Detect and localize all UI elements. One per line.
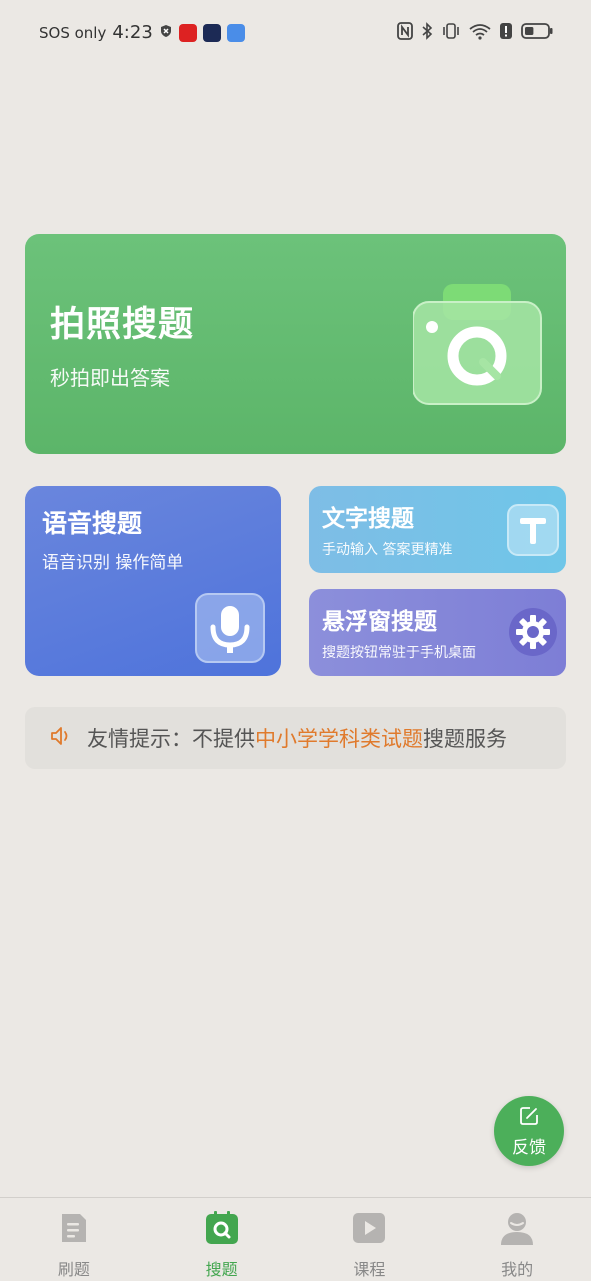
text-t-icon — [507, 504, 559, 560]
text-search-title: 文字搜题 — [322, 506, 414, 532]
tab-label: 刷题 — [57, 1260, 90, 1279]
search-icon — [204, 1210, 240, 1250]
float-window-search-card[interactable]: 悬浮窗搜题 搜题按钮常驻于手机桌面 — [309, 589, 566, 676]
text-search-card[interactable]: 文字搜题 手动输入 答案更精准 — [309, 486, 566, 573]
text-search-subtitle: 手动输入 答案更精准 — [322, 542, 453, 558]
clock: 4:23 — [112, 22, 153, 43]
tab-profile[interactable]: 我的 — [443, 1198, 591, 1281]
notice-text: 友情提示：不提供中小学学科类试题搜题服务 — [87, 723, 507, 753]
user-icon — [499, 1210, 535, 1250]
voice-search-card[interactable]: 语音搜题 语音识别 操作简单 — [25, 486, 281, 676]
notice-suffix: 搜题服务 — [423, 727, 507, 751]
play-icon — [351, 1210, 387, 1250]
voice-search-title: 语音搜题 — [42, 509, 143, 538]
microphone-icon — [195, 593, 265, 667]
feedback-label: 反馈 — [512, 1137, 546, 1158]
wifi-icon — [469, 22, 491, 40]
app-notification-icon — [178, 23, 197, 42]
shield-status-icon — [159, 24, 173, 42]
edit-icon — [518, 1105, 540, 1131]
app-notification-icon — [226, 23, 245, 42]
notice-banner: 友情提示：不提供中小学学科类试题搜题服务 — [25, 707, 566, 769]
tab-practice[interactable]: 刷题 — [0, 1198, 148, 1281]
tab-courses[interactable]: 课程 — [296, 1198, 444, 1281]
gear-icon — [508, 607, 558, 661]
notice-prefix: 友情提示：不提供 — [87, 727, 255, 751]
photo-search-title: 拍照搜题 — [50, 305, 195, 345]
vibrate-icon — [441, 22, 461, 40]
nfc-icon — [397, 22, 413, 40]
notice-highlight: 中小学学科类试题 — [255, 727, 423, 751]
status-bar: SOS only 4:23 — [0, 0, 591, 66]
bluetooth-icon — [421, 22, 433, 40]
float-search-subtitle: 搜题按钮常驻于手机桌面 — [322, 645, 476, 661]
camera-search-icon — [412, 282, 543, 411]
tab-search[interactable]: 搜题 — [148, 1198, 296, 1281]
speaker-icon — [49, 724, 73, 752]
alert-icon — [499, 22, 513, 40]
app-notification-icon — [202, 23, 221, 42]
carrier-text: SOS only — [39, 23, 107, 42]
tab-label: 课程 — [353, 1260, 386, 1279]
tab-label: 我的 — [501, 1260, 534, 1279]
tab-label: 搜题 — [205, 1260, 238, 1279]
photo-search-subtitle: 秒拍即出答案 — [50, 366, 170, 390]
voice-search-subtitle: 语音识别 操作简单 — [42, 553, 184, 573]
bottom-tab-bar: 刷题 搜题 课程 我的 — [0, 1197, 591, 1281]
photo-search-card[interactable]: 拍照搜题 秒拍即出答案 — [25, 234, 566, 454]
document-icon — [56, 1210, 92, 1250]
float-search-title: 悬浮窗搜题 — [322, 609, 437, 635]
feedback-button[interactable]: 反馈 — [494, 1096, 564, 1166]
battery-icon — [521, 22, 553, 40]
